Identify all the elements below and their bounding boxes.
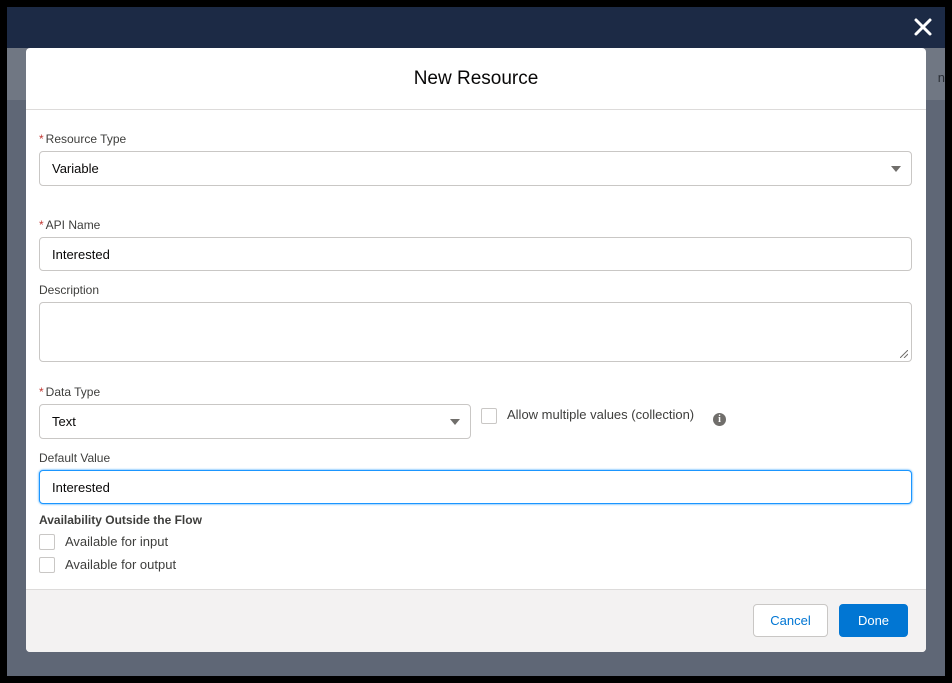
required-marker: * bbox=[39, 132, 44, 146]
data-type-label-text: Data Type bbox=[45, 385, 101, 399]
done-button[interactable]: Done bbox=[839, 604, 908, 637]
allow-multiple-checkbox[interactable] bbox=[481, 408, 497, 424]
resize-grip-icon[interactable] bbox=[900, 350, 908, 358]
top-bar bbox=[7, 7, 945, 48]
default-value-value: Interested bbox=[52, 479, 110, 495]
modal-footer: Cancel Done bbox=[26, 589, 926, 652]
screenshot-frame: n New Resource *Resource Type Variable bbox=[0, 0, 952, 683]
available-for-input-label: Available for input bbox=[65, 534, 169, 549]
api-name-value: Interested bbox=[52, 246, 110, 262]
data-type-select[interactable]: Text bbox=[39, 404, 471, 439]
close-button[interactable] bbox=[909, 13, 937, 41]
resource-type-value: Variable bbox=[52, 161, 99, 176]
default-value-label: Default Value bbox=[39, 451, 111, 465]
available-for-output-label: Available for output bbox=[65, 557, 177, 572]
api-name-label-text: API Name bbox=[45, 218, 101, 232]
required-marker: * bbox=[39, 218, 44, 232]
modal-header: New Resource bbox=[26, 48, 926, 110]
app-screen: n New Resource *Resource Type Variable bbox=[7, 7, 945, 676]
resource-type-label: * Resource Type bbox=[39, 132, 126, 146]
modal-title: New Resource bbox=[413, 67, 539, 89]
api-name-input[interactable]: Interested bbox=[39, 237, 912, 271]
required-marker: * bbox=[39, 385, 44, 399]
allow-multiple-label: Allow multiple values (collection) bbox=[507, 407, 695, 422]
data-type-value: Text bbox=[52, 414, 76, 429]
chevron-down-icon bbox=[891, 165, 901, 172]
resource-type-select[interactable]: Variable bbox=[39, 151, 912, 186]
info-icon[interactable]: i bbox=[713, 413, 726, 426]
description-label: Description bbox=[39, 283, 100, 297]
api-name-label: * API Name bbox=[39, 218, 100, 232]
cancel-button[interactable]: Cancel bbox=[753, 604, 828, 637]
available-for-input-checkbox[interactable] bbox=[39, 534, 55, 550]
backdrop-partial-text: n bbox=[937, 70, 945, 85]
description-textarea[interactable] bbox=[39, 302, 912, 362]
data-type-label: * Data Type bbox=[39, 385, 100, 399]
close-icon bbox=[914, 18, 932, 36]
modal-body: * Resource Type Variable * API Name Intere… bbox=[26, 110, 926, 590]
resource-type-label-text: Resource Type bbox=[45, 132, 127, 146]
available-for-output-checkbox[interactable] bbox=[39, 557, 55, 573]
new-resource-modal: New Resource * Resource Type Variable * AP… bbox=[26, 48, 926, 652]
availability-heading: Availability Outside the Flow bbox=[39, 513, 202, 527]
default-value-input[interactable]: Interested bbox=[39, 470, 912, 504]
chevron-down-icon bbox=[450, 418, 460, 425]
